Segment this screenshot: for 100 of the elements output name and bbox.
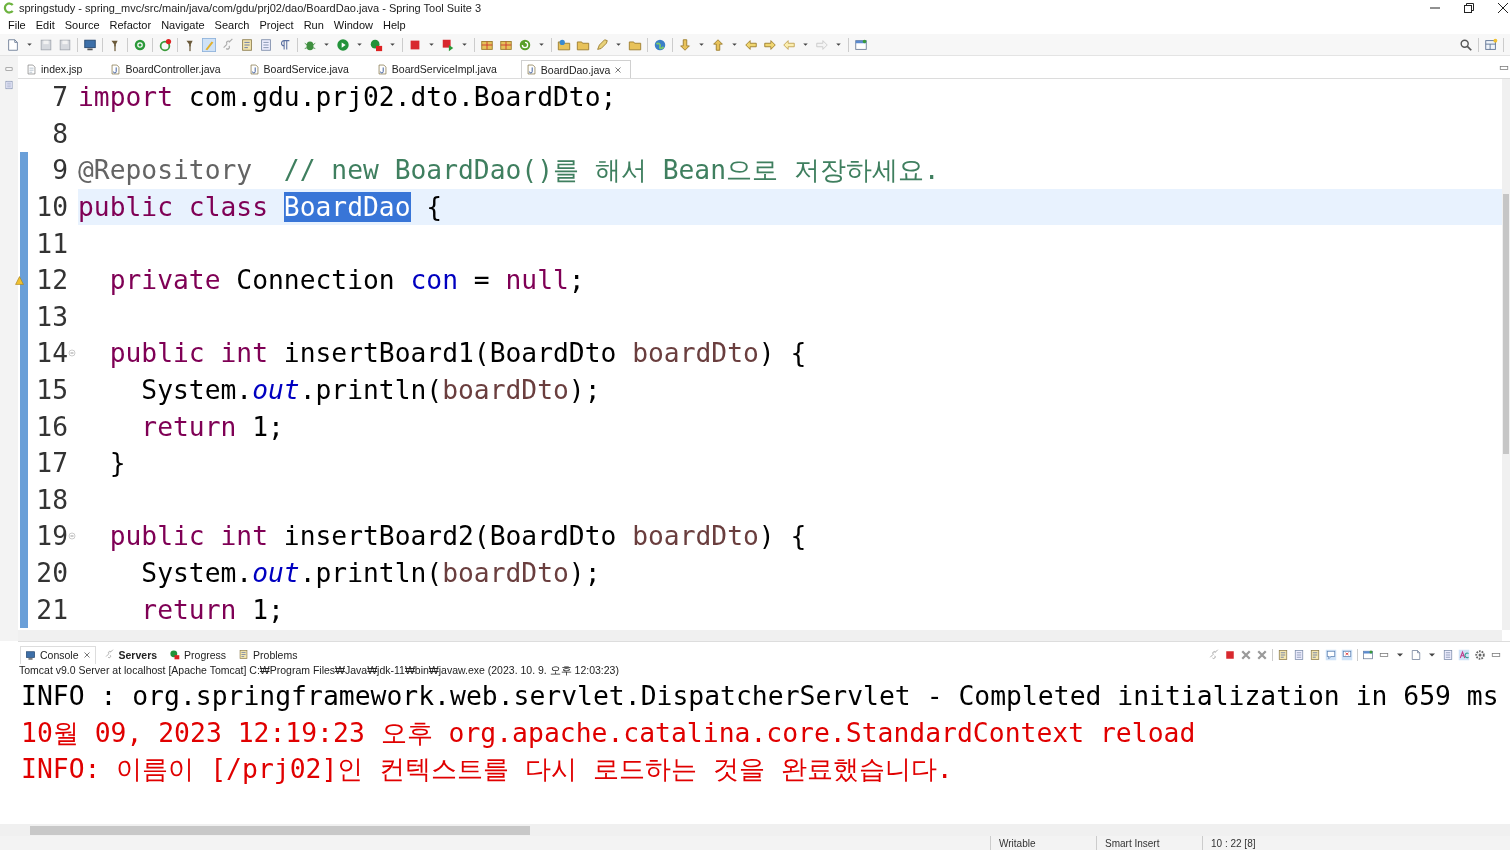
caret-icon[interactable] — [834, 40, 843, 49]
scrollbar-thumb[interactable] — [1503, 194, 1509, 454]
file-icon — [248, 63, 260, 75]
perspective-icon[interactable] — [1484, 37, 1498, 52]
run-icon[interactable] — [369, 37, 383, 52]
editor-tab[interactable]: BoardServiceImpl.java — [372, 60, 505, 78]
menu-item[interactable]: Search — [209, 19, 255, 31]
line-number: 12 — [35, 265, 68, 296]
status-field: 10 : 22 [8] — [1202, 836, 1308, 850]
power-icon[interactable] — [133, 37, 147, 52]
horizontal-scrollbar[interactable] — [0, 824, 1510, 836]
close-icon[interactable] — [1498, 3, 1508, 13]
console-line: 10월 09, 2023 12:19:23 오후 org.apache.catalina.core.StandardContext reload — [21, 715, 1197, 750]
menu-item[interactable]: Window — [328, 19, 378, 31]
status-field: Smart Insert — [1096, 836, 1202, 850]
caret-icon[interactable] — [427, 40, 436, 49]
folder-icon[interactable] — [557, 37, 571, 52]
save-all-icon[interactable] — [58, 37, 72, 52]
menu-item[interactable]: Help — [378, 19, 411, 31]
menu-item[interactable]: Edit — [30, 19, 60, 31]
line-number: 9 — [51, 155, 68, 186]
caret-icon[interactable] — [25, 40, 34, 49]
back-arrow-icon[interactable] — [744, 37, 758, 52]
new-file-icon[interactable] — [6, 37, 20, 52]
globe-icon[interactable] — [653, 37, 667, 52]
line-number: 8 — [51, 118, 68, 149]
document-icon[interactable] — [240, 37, 254, 52]
caret-icon[interactable] — [614, 40, 623, 49]
download-icon[interactable] — [678, 37, 692, 52]
menu-item[interactable]: Project — [254, 19, 299, 31]
line-number: 20 — [35, 558, 68, 588]
document-icon[interactable] — [259, 37, 273, 52]
caret-icon[interactable] — [537, 40, 546, 49]
line-number: 21 — [35, 594, 68, 625]
app-logo-icon — [3, 2, 15, 14]
view-tab[interactable]: Servers — [99, 646, 162, 663]
editor-tab[interactable]: index.jsp — [22, 60, 91, 78]
run-icon[interactable] — [441, 37, 455, 52]
stop-icon[interactable] — [1224, 648, 1236, 661]
menu-item[interactable]: Run — [298, 19, 329, 31]
refresh-icon[interactable] — [158, 37, 172, 52]
menu-item[interactable]: Navigate — [156, 19, 210, 31]
window-icon[interactable] — [854, 37, 868, 52]
caret-icon[interactable] — [730, 40, 739, 49]
forward-arrow-icon[interactable] — [763, 37, 777, 52]
scrollbar-thumb[interactable] — [30, 825, 530, 835]
line-number: 17 — [35, 448, 68, 479]
outline-icon[interactable] — [4, 80, 14, 90]
remove-all-icon[interactable] — [1256, 648, 1268, 661]
line-number: 11 — [35, 228, 68, 259]
editor-tab[interactable]: BoardController.java — [106, 60, 229, 78]
save-icon[interactable] — [39, 37, 53, 52]
line-number: 14 — [35, 338, 68, 369]
view-tab[interactable]: Progress — [165, 646, 231, 663]
code-line: } — [108, 447, 127, 481]
code-line: public int insertBoard2(BoardDto boardDto) { — [108, 520, 808, 554]
caret-icon[interactable] — [355, 40, 364, 49]
console-icon[interactable] — [1341, 648, 1353, 661]
upload-icon[interactable] — [711, 37, 725, 52]
vertical-scrollbar[interactable] — [1502, 79, 1510, 630]
view-tab[interactable]: Console — [20, 645, 96, 664]
settings-icon[interactable] — [1474, 648, 1486, 661]
caret-icon[interactable] — [322, 40, 331, 49]
editor-tab[interactable]: BoardDao.java — [520, 60, 632, 78]
line-number: 16 — [35, 411, 68, 442]
console-icon[interactable] — [1325, 648, 1337, 661]
caret-icon[interactable] — [697, 40, 706, 49]
terminal-icon[interactable] — [83, 37, 97, 52]
run-icon[interactable] — [336, 37, 350, 52]
window-title: springstudy - spring_mvc/src/main/java/com/gdu/prj02/dao/BoardDao.java - Spring Tool Suite 3 — [19, 2, 483, 14]
caret-icon[interactable] — [801, 40, 810, 49]
code-line: return 1; — [140, 410, 285, 444]
line-number: 13 — [35, 301, 68, 332]
spelling-icon[interactable] — [1458, 648, 1470, 661]
line-number: 19 — [35, 521, 68, 552]
menu-item[interactable]: File — [3, 19, 31, 31]
console-icon — [25, 649, 36, 661]
line-number: 15 — [35, 375, 68, 406]
menu-item[interactable]: Refactor — [104, 19, 157, 31]
view-tab[interactable]: Problems — [234, 646, 302, 663]
document-icon[interactable] — [1309, 648, 1321, 661]
horizontal-scrollbar[interactable] — [18, 630, 1502, 641]
back-arrow-icon[interactable] — [782, 37, 796, 52]
pilcrow-icon[interactable] — [278, 37, 292, 52]
caret-icon[interactable] — [388, 40, 397, 49]
remove-icon[interactable] — [1240, 648, 1252, 661]
link-icon[interactable] — [221, 37, 235, 52]
editor-tab[interactable]: BoardService.java — [244, 60, 357, 78]
search-icon[interactable] — [1459, 37, 1473, 52]
process-label: Tomcat v9.0 Server at localhost [Apache Tomcat] C:₩Program Files₩Java₩jdk-11₩bin₩javaw.exe (2023. 10. 9. 오후 12:03:23) — [18, 663, 620, 677]
refresh-icon[interactable] — [518, 37, 532, 52]
restore-icon[interactable] — [1464, 3, 1474, 13]
document-icon[interactable] — [1277, 648, 1289, 661]
line-number: 18 — [35, 484, 68, 515]
console-line: INFO : org.springframework.web.servlet.DispatcherServlet - Completed initialization in 659 ms — [21, 679, 1500, 713]
file-icon — [525, 64, 537, 75]
brush-icon[interactable] — [202, 37, 216, 52]
caret-icon[interactable] — [460, 40, 469, 49]
file-icon — [110, 63, 122, 75]
menu-item[interactable]: Source — [59, 19, 105, 31]
